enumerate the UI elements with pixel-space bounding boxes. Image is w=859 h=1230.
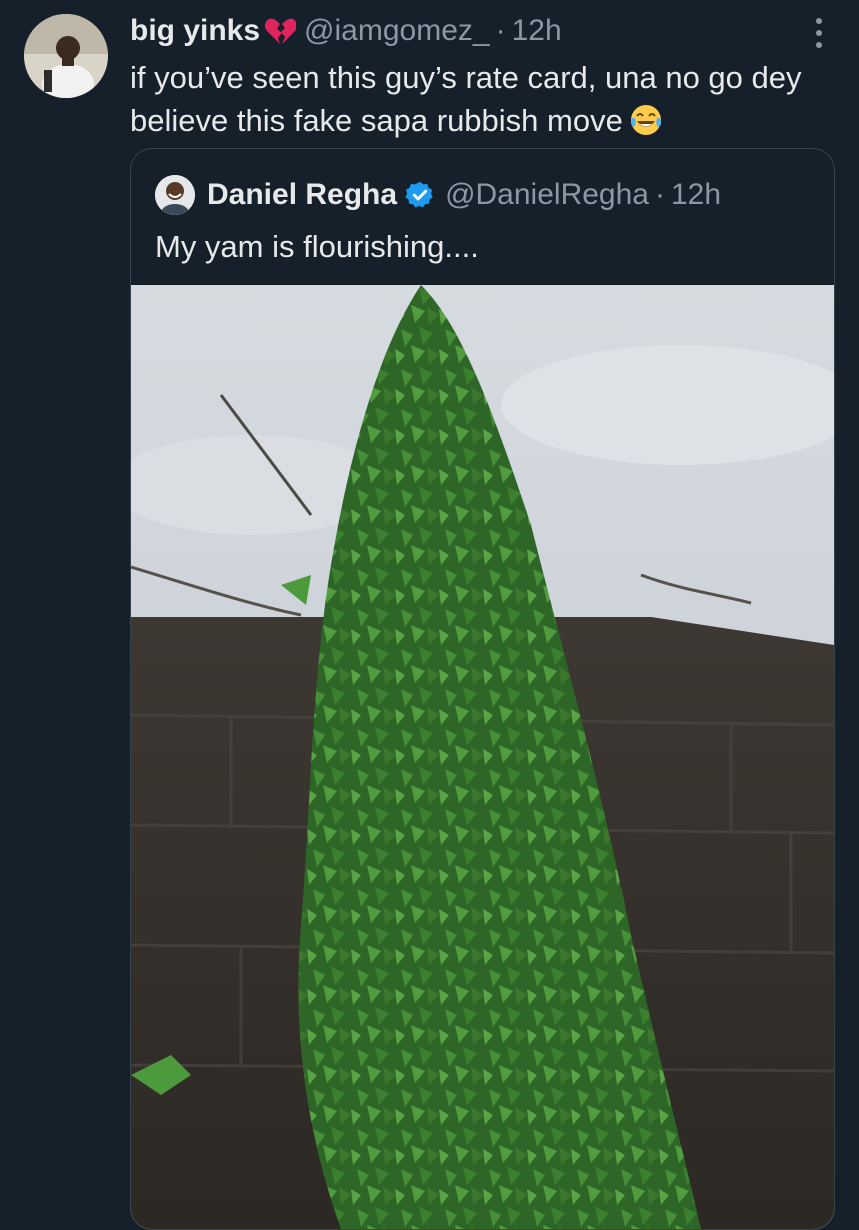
tweet-text: if you’ve seen this guy’s rate card, una… [130, 56, 830, 142]
author-name[interactable]: big yinks [130, 12, 260, 50]
author-avatar[interactable] [24, 14, 108, 98]
quoted-tweet-text: My yam is flourishing.... [155, 229, 479, 264]
tweet[interactable]: big yinks @iamgomez_ · 12h if you’ve see… [0, 0, 859, 1230]
verified-badge-icon [405, 181, 433, 208]
more-vertical-icon[interactable] [809, 18, 829, 48]
quoted-tweet-photo[interactable] [131, 285, 834, 1229]
tweet-text-content: if you’ve seen this guy’s rate card, una… [130, 60, 802, 138]
quoted-author-avatar[interactable] [155, 175, 195, 215]
separator-dot: · [654, 178, 665, 211]
quoted-tweet-header: Daniel Regha @DanielRegha · 12h [207, 175, 721, 215]
broken-heart-emoji [265, 18, 297, 44]
quoted-tweet[interactable]: Daniel Regha @DanielRegha · 12h My yam i… [130, 148, 835, 1230]
tweet-header: big yinks @iamgomez_ · 12h [130, 12, 799, 50]
separator-dot: · [495, 14, 506, 47]
author-handle[interactable]: @iamgomez_ [304, 12, 490, 50]
quoted-tweet-timestamp[interactable]: 12h [671, 178, 721, 212]
tweet-timestamp[interactable]: 12h [512, 12, 562, 50]
face-with-tears-of-joy-emoji [630, 105, 661, 135]
quoted-author-handle[interactable]: @DanielRegha [445, 178, 649, 212]
quoted-author-name[interactable]: Daniel Regha [207, 178, 397, 212]
